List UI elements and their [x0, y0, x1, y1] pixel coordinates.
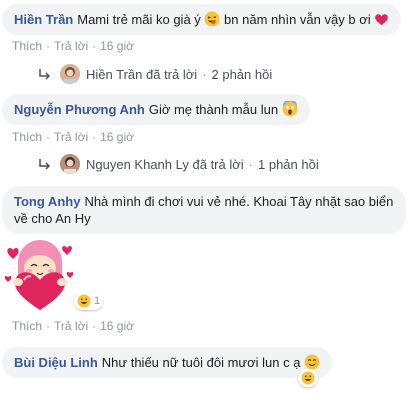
comment-bubble: Nguyễn Phương Anh Giờ mẹ thành mẫu lun: [2, 94, 310, 125]
reply-count: 2 phản hồi: [211, 66, 273, 82]
comment-text-2: bn năm nhìn vẫn vậy b ơi: [224, 12, 371, 27]
screaming-face-emoji-icon: [282, 101, 298, 117]
reply-button[interactable]: Trả lời: [54, 39, 88, 53]
reaction-badge[interactable]: 1: [74, 292, 104, 310]
reply-button[interactable]: Trả lời: [54, 319, 88, 333]
view-replies-link[interactable]: Hiền Trần đã trả lời · 2 phản hồi: [38, 64, 272, 84]
reply-author: Hiền Trần: [86, 66, 143, 82]
avatar[interactable]: [60, 154, 80, 174]
reply-button[interactable]: Trả lời: [54, 130, 88, 144]
comment-text: Giờ mẹ thành mẫu lun: [148, 102, 279, 117]
comment-author[interactable]: Bùi Diệu Linh: [14, 355, 98, 370]
comment-bubble: Tong Anhy Nhà mình đi chơi vui vẻ nhé. Kh…: [2, 186, 406, 234]
comment-actions: Thích · Trả lời · 16 giờ: [12, 39, 134, 53]
comment-author[interactable]: Hiền Trần: [14, 12, 73, 27]
like-button[interactable]: Thích: [12, 319, 42, 333]
wink-tongue-emoji-icon: [204, 11, 220, 27]
reply-arrow-icon: [39, 69, 51, 80]
reaction-count: 1: [94, 295, 101, 307]
smiling-face-emoji-icon: [304, 354, 320, 370]
comment-actions: Thích · Trả lời · 16 giờ: [12, 130, 134, 144]
haha-reaction-icon: [77, 294, 91, 308]
comment-author[interactable]: Nguyễn Phương Anh: [14, 102, 145, 117]
reply-arrow-icon: [39, 159, 51, 170]
reaction-badge[interactable]: [298, 369, 318, 387]
reply-verb: đã trả lời: [146, 66, 198, 82]
timestamp[interactable]: 16 giờ: [100, 39, 134, 53]
comment-bubble: Hiền Trần Mami trẻ mãi ko già ý bn năm nh…: [2, 4, 402, 35]
comment-text: Như thiếu nữ tuôi đôi mươi lun c ạ: [101, 355, 301, 370]
reply-verb: đã trả lời: [192, 156, 244, 172]
like-button[interactable]: Thích: [12, 130, 42, 144]
timestamp[interactable]: 16 giờ: [100, 130, 134, 144]
view-replies-link[interactable]: Nguyen Khanh Ly đã trả lời · 1 phản hồi: [38, 154, 319, 174]
comment-actions: Thích · Trả lời · 16 giờ: [12, 319, 134, 333]
reply-count: 1 phản hồi: [258, 156, 319, 172]
red-heart-icon: [375, 14, 389, 26]
avatar[interactable]: [60, 64, 80, 84]
timestamp[interactable]: 16 giờ: [100, 319, 134, 333]
comment-bubble: Bùi Diệu Linh Như thiếu nữ tuôi đôi mươi …: [2, 347, 333, 378]
reply-author: Nguyen Khanh Ly: [86, 156, 189, 172]
sticker-girl-heart: [4, 240, 74, 310]
haha-reaction-icon: [301, 371, 315, 385]
like-button[interactable]: Thích: [12, 39, 42, 53]
comment-text: Mami trẻ mãi ko già ý: [77, 12, 201, 27]
comment-author[interactable]: Tong Anhy: [14, 194, 80, 209]
